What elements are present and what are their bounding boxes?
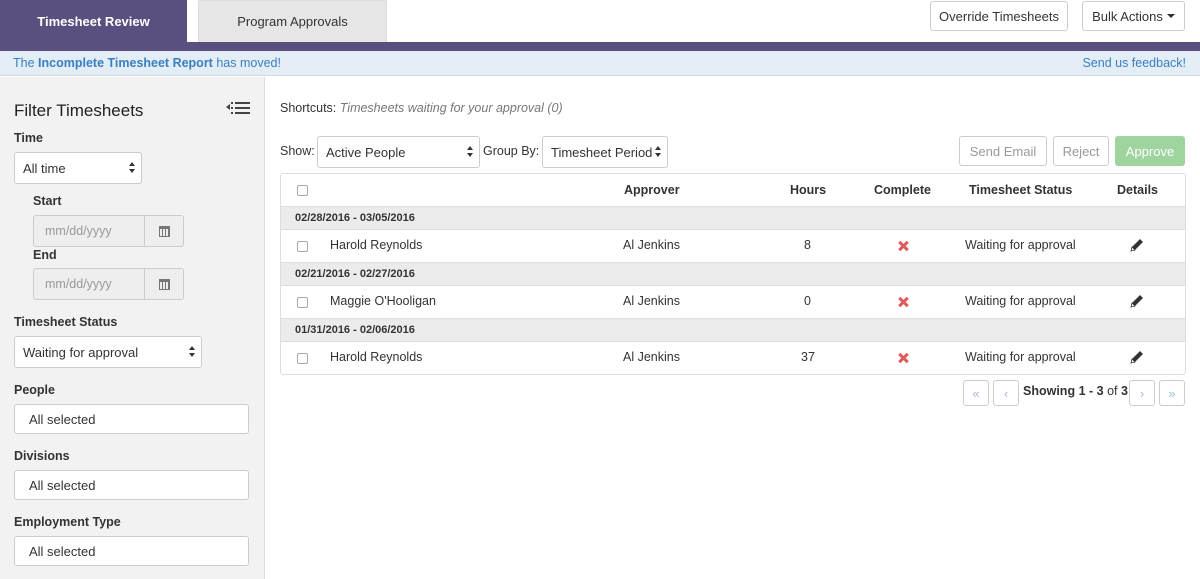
show-select[interactable]: Active People — [317, 136, 480, 168]
edit-pencil-icon[interactable] — [1129, 349, 1145, 365]
filter-sidebar: Filter Timesheets Time All time Start mm… — [0, 77, 265, 579]
people-label: People — [14, 383, 55, 397]
prev-page-button[interactable]: ‹ — [993, 380, 1019, 406]
row-checkbox[interactable] — [297, 353, 308, 364]
row-name: Harold Reynolds — [330, 350, 423, 364]
divisions-multiselect[interactable]: All selected — [14, 470, 249, 500]
timesheet-status-label: Timesheet Status — [14, 315, 118, 329]
select-arrows-icon — [467, 146, 473, 158]
column-timesheet-status[interactable]: Timesheet Status — [969, 183, 1072, 197]
send-email-button[interactable]: Send Email — [959, 136, 1047, 166]
column-hours[interactable]: Hours — [790, 183, 826, 197]
shortcuts-label: Shortcuts: — [280, 101, 337, 115]
incomplete-report-link[interactable]: Incomplete Timesheet Report — [38, 56, 213, 70]
group-by-select-value: Timesheet Period — [551, 144, 653, 160]
sidebar-title: Filter Timesheets — [14, 101, 144, 120]
group-header: 02/28/2016 - 03/05/2016 — [281, 206, 1185, 230]
tab-program-approvals[interactable]: Program Approvals — [198, 0, 387, 42]
group-period: 02/28/2016 - 03/05/2016 — [295, 212, 415, 224]
row-hours: 8 — [804, 238, 811, 252]
showing-label: Showing — [1023, 384, 1076, 398]
group-period: 02/21/2016 - 02/27/2016 — [295, 268, 415, 280]
end-calendar-button[interactable] — [145, 269, 183, 299]
showing-range: 1 - 3 — [1078, 384, 1104, 398]
top-bar: Timesheet Review Program Approvals Overr… — [0, 0, 1200, 43]
employment-type-label: Employment Type — [14, 515, 121, 529]
shortcuts: Shortcuts: Timesheets waiting for your a… — [280, 101, 563, 115]
calendar-icon — [158, 278, 170, 290]
incomplete-x-icon — [898, 241, 908, 251]
group-period: 01/31/2016 - 02/06/2016 — [295, 324, 415, 336]
show-label: Show: — [280, 144, 315, 158]
people-multiselect[interactable]: All selected — [14, 404, 249, 434]
first-page-button[interactable]: « — [963, 380, 989, 406]
start-label: Start — [33, 194, 62, 208]
notice-prefix: The — [13, 56, 35, 70]
bulk-actions-label: Bulk Actions — [1092, 8, 1163, 24]
notice-bar: The Incomplete Timesheet Report has move… — [0, 51, 1200, 76]
tab-timesheet-review[interactable]: Timesheet Review — [0, 0, 187, 42]
column-details: Details — [1117, 183, 1158, 197]
edit-pencil-icon[interactable] — [1129, 293, 1145, 309]
group-header: 02/21/2016 - 02/27/2016 — [281, 262, 1185, 286]
end-date-input[interactable]: mm/dd/yyyy — [34, 269, 145, 299]
brand-strip — [0, 42, 1200, 51]
row-status: Waiting for approval — [965, 238, 1076, 252]
bulk-actions-button[interactable]: Bulk Actions — [1082, 1, 1185, 31]
divisions-label: Divisions — [14, 449, 70, 463]
approve-button[interactable]: Approve — [1115, 136, 1185, 166]
feedback-link[interactable]: Send us feedback! — [1082, 56, 1186, 70]
row-approver: Al Jenkins — [623, 294, 680, 308]
of-label: of — [1107, 384, 1118, 398]
showing-total: 3 — [1120, 384, 1128, 398]
timesheet-status-select[interactable]: Waiting for approval — [14, 336, 202, 368]
select-arrows-icon — [189, 346, 195, 358]
override-timesheets-button[interactable]: Override Timesheets — [930, 1, 1068, 31]
notice-suffix: has moved! — [216, 56, 281, 70]
incomplete-x-icon — [898, 353, 908, 363]
incomplete-x-icon — [898, 297, 908, 307]
row-approver: Al Jenkins — [623, 238, 680, 252]
row-hours: 37 — [801, 350, 815, 364]
last-page-button[interactable]: » — [1159, 380, 1185, 406]
select-arrows-icon — [655, 146, 661, 158]
column-approver[interactable]: Approver — [624, 183, 680, 197]
list-toggle-icon[interactable] — [226, 101, 250, 115]
shortcut-waiting-link[interactable]: Timesheets waiting for your approval (0) — [340, 101, 563, 115]
start-calendar-button[interactable] — [145, 216, 183, 246]
timesheet-table: Approver Hours Complete Timesheet Status… — [280, 173, 1186, 375]
group-header: 01/31/2016 - 02/06/2016 — [281, 318, 1185, 342]
status-select-value: Waiting for approval — [23, 344, 139, 360]
group-by-label: Group By: — [483, 144, 540, 158]
time-select-value: All time — [23, 160, 66, 176]
show-select-value: Active People — [326, 144, 406, 160]
start-date-field[interactable]: mm/dd/yyyy — [33, 215, 184, 247]
edit-pencil-icon[interactable] — [1129, 237, 1145, 253]
column-complete[interactable]: Complete — [874, 183, 931, 197]
select-arrows-icon — [129, 162, 135, 174]
row-status: Waiting for approval — [965, 294, 1076, 308]
start-date-input[interactable]: mm/dd/yyyy — [34, 216, 145, 246]
row-checkbox[interactable] — [297, 297, 308, 308]
group-by-select[interactable]: Timesheet Period — [542, 136, 668, 168]
reject-button[interactable]: Reject — [1053, 136, 1109, 166]
pagination-status: Showing 1 - 3 of 3 — [1023, 384, 1128, 398]
time-label: Time — [14, 131, 43, 145]
caret-down-icon — [1166, 14, 1175, 18]
row-name: Harold Reynolds — [330, 238, 423, 252]
end-label: End — [33, 248, 57, 262]
select-all-checkbox[interactable] — [297, 185, 308, 196]
row-hours: 0 — [804, 294, 811, 308]
calendar-icon — [158, 225, 170, 237]
end-date-field[interactable]: mm/dd/yyyy — [33, 268, 184, 300]
row-checkbox[interactable] — [297, 241, 308, 252]
employment-type-multiselect[interactable]: All selected — [14, 536, 249, 566]
next-page-button[interactable]: › — [1129, 380, 1155, 406]
row-name: Maggie O'Hooligan — [330, 294, 436, 308]
row-status: Waiting for approval — [965, 350, 1076, 364]
row-approver: Al Jenkins — [623, 350, 680, 364]
time-select[interactable]: All time — [14, 152, 142, 184]
notice-message: The Incomplete Timesheet Report has move… — [13, 56, 281, 70]
